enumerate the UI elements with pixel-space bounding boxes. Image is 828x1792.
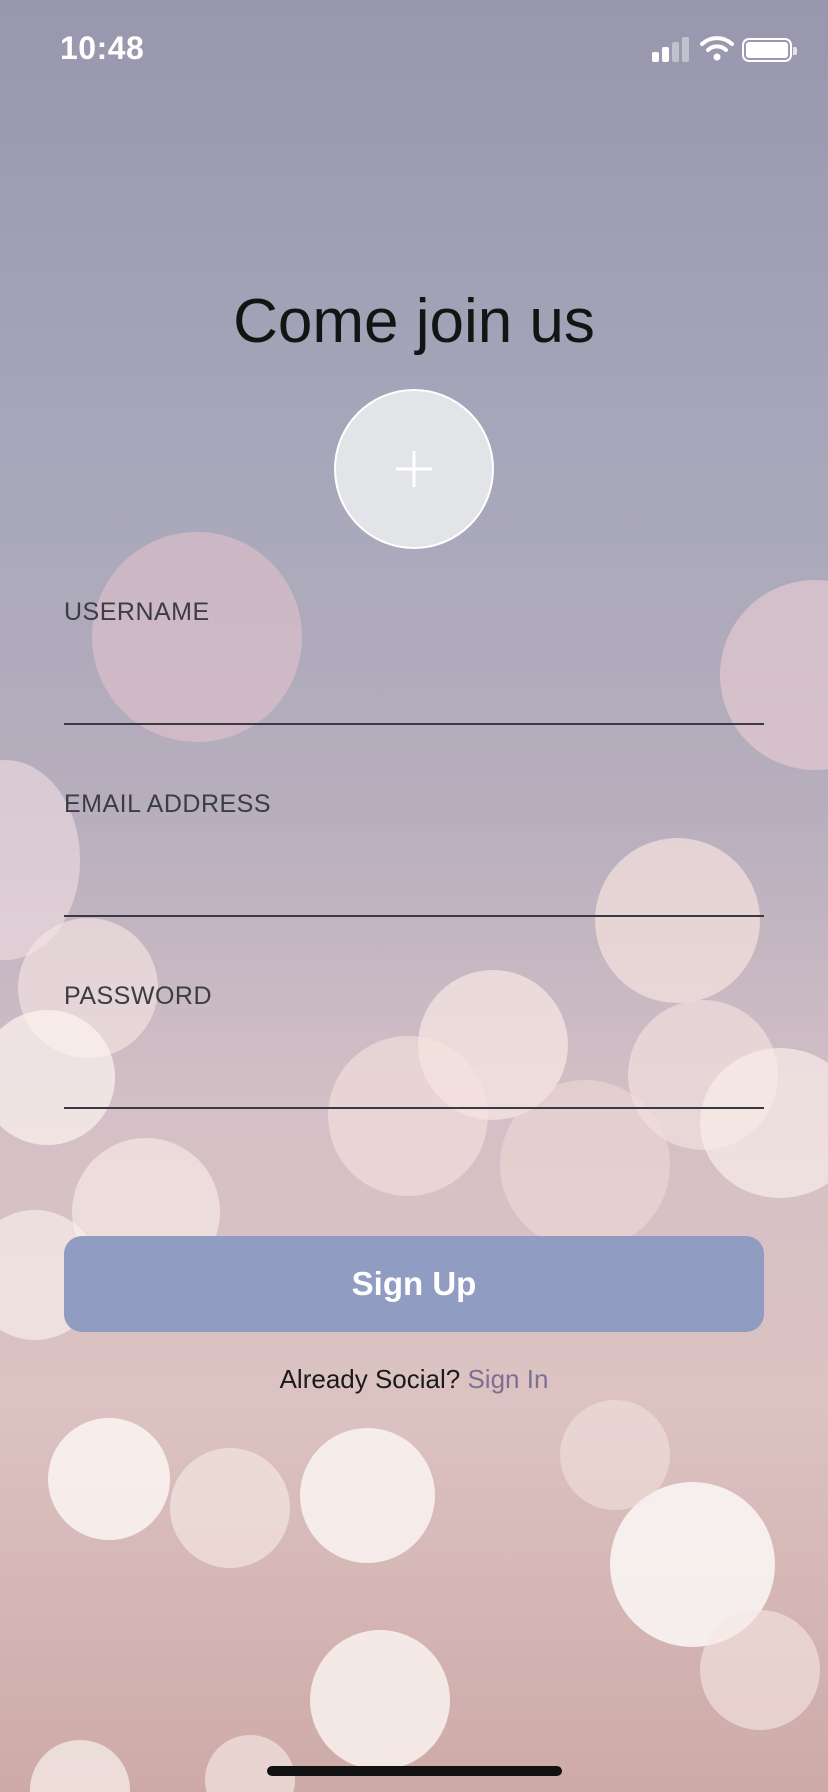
sign-up-button[interactable]: Sign Up bbox=[64, 1236, 764, 1332]
sign-up-button-label: Sign Up bbox=[351, 1265, 477, 1302]
status-bar: 10:48 bbox=[0, 0, 828, 100]
password-field: PASSWORD bbox=[64, 982, 764, 1109]
status-time: 10:48 bbox=[60, 30, 145, 66]
home-indicator[interactable] bbox=[267, 1766, 562, 1776]
background-bokeh-image bbox=[0, 0, 828, 1792]
username-field: USERNAME bbox=[64, 598, 764, 725]
email-label: EMAIL ADDRESS bbox=[64, 790, 272, 818]
wifi-icon bbox=[700, 34, 734, 62]
cellular-signal-icon bbox=[652, 36, 690, 62]
battery-icon bbox=[742, 38, 797, 62]
email-field: EMAIL ADDRESS bbox=[64, 790, 764, 917]
sign-in-prompt: Already Social? Sign In bbox=[0, 1364, 828, 1395]
sign-in-link[interactable]: Sign In bbox=[467, 1364, 548, 1394]
password-label: PASSWORD bbox=[64, 982, 212, 1010]
page-title: Come join us bbox=[233, 287, 595, 356]
plus-icon bbox=[396, 451, 432, 487]
email-input[interactable] bbox=[64, 834, 764, 894]
add-profile-photo-button[interactable] bbox=[334, 389, 494, 549]
username-underline bbox=[64, 723, 764, 725]
password-underline bbox=[64, 1107, 764, 1109]
password-input[interactable] bbox=[64, 1026, 764, 1086]
sign-in-prompt-text: Already Social? bbox=[279, 1364, 461, 1394]
username-input[interactable] bbox=[64, 642, 764, 702]
email-underline bbox=[64, 915, 764, 917]
username-label: USERNAME bbox=[64, 598, 210, 626]
